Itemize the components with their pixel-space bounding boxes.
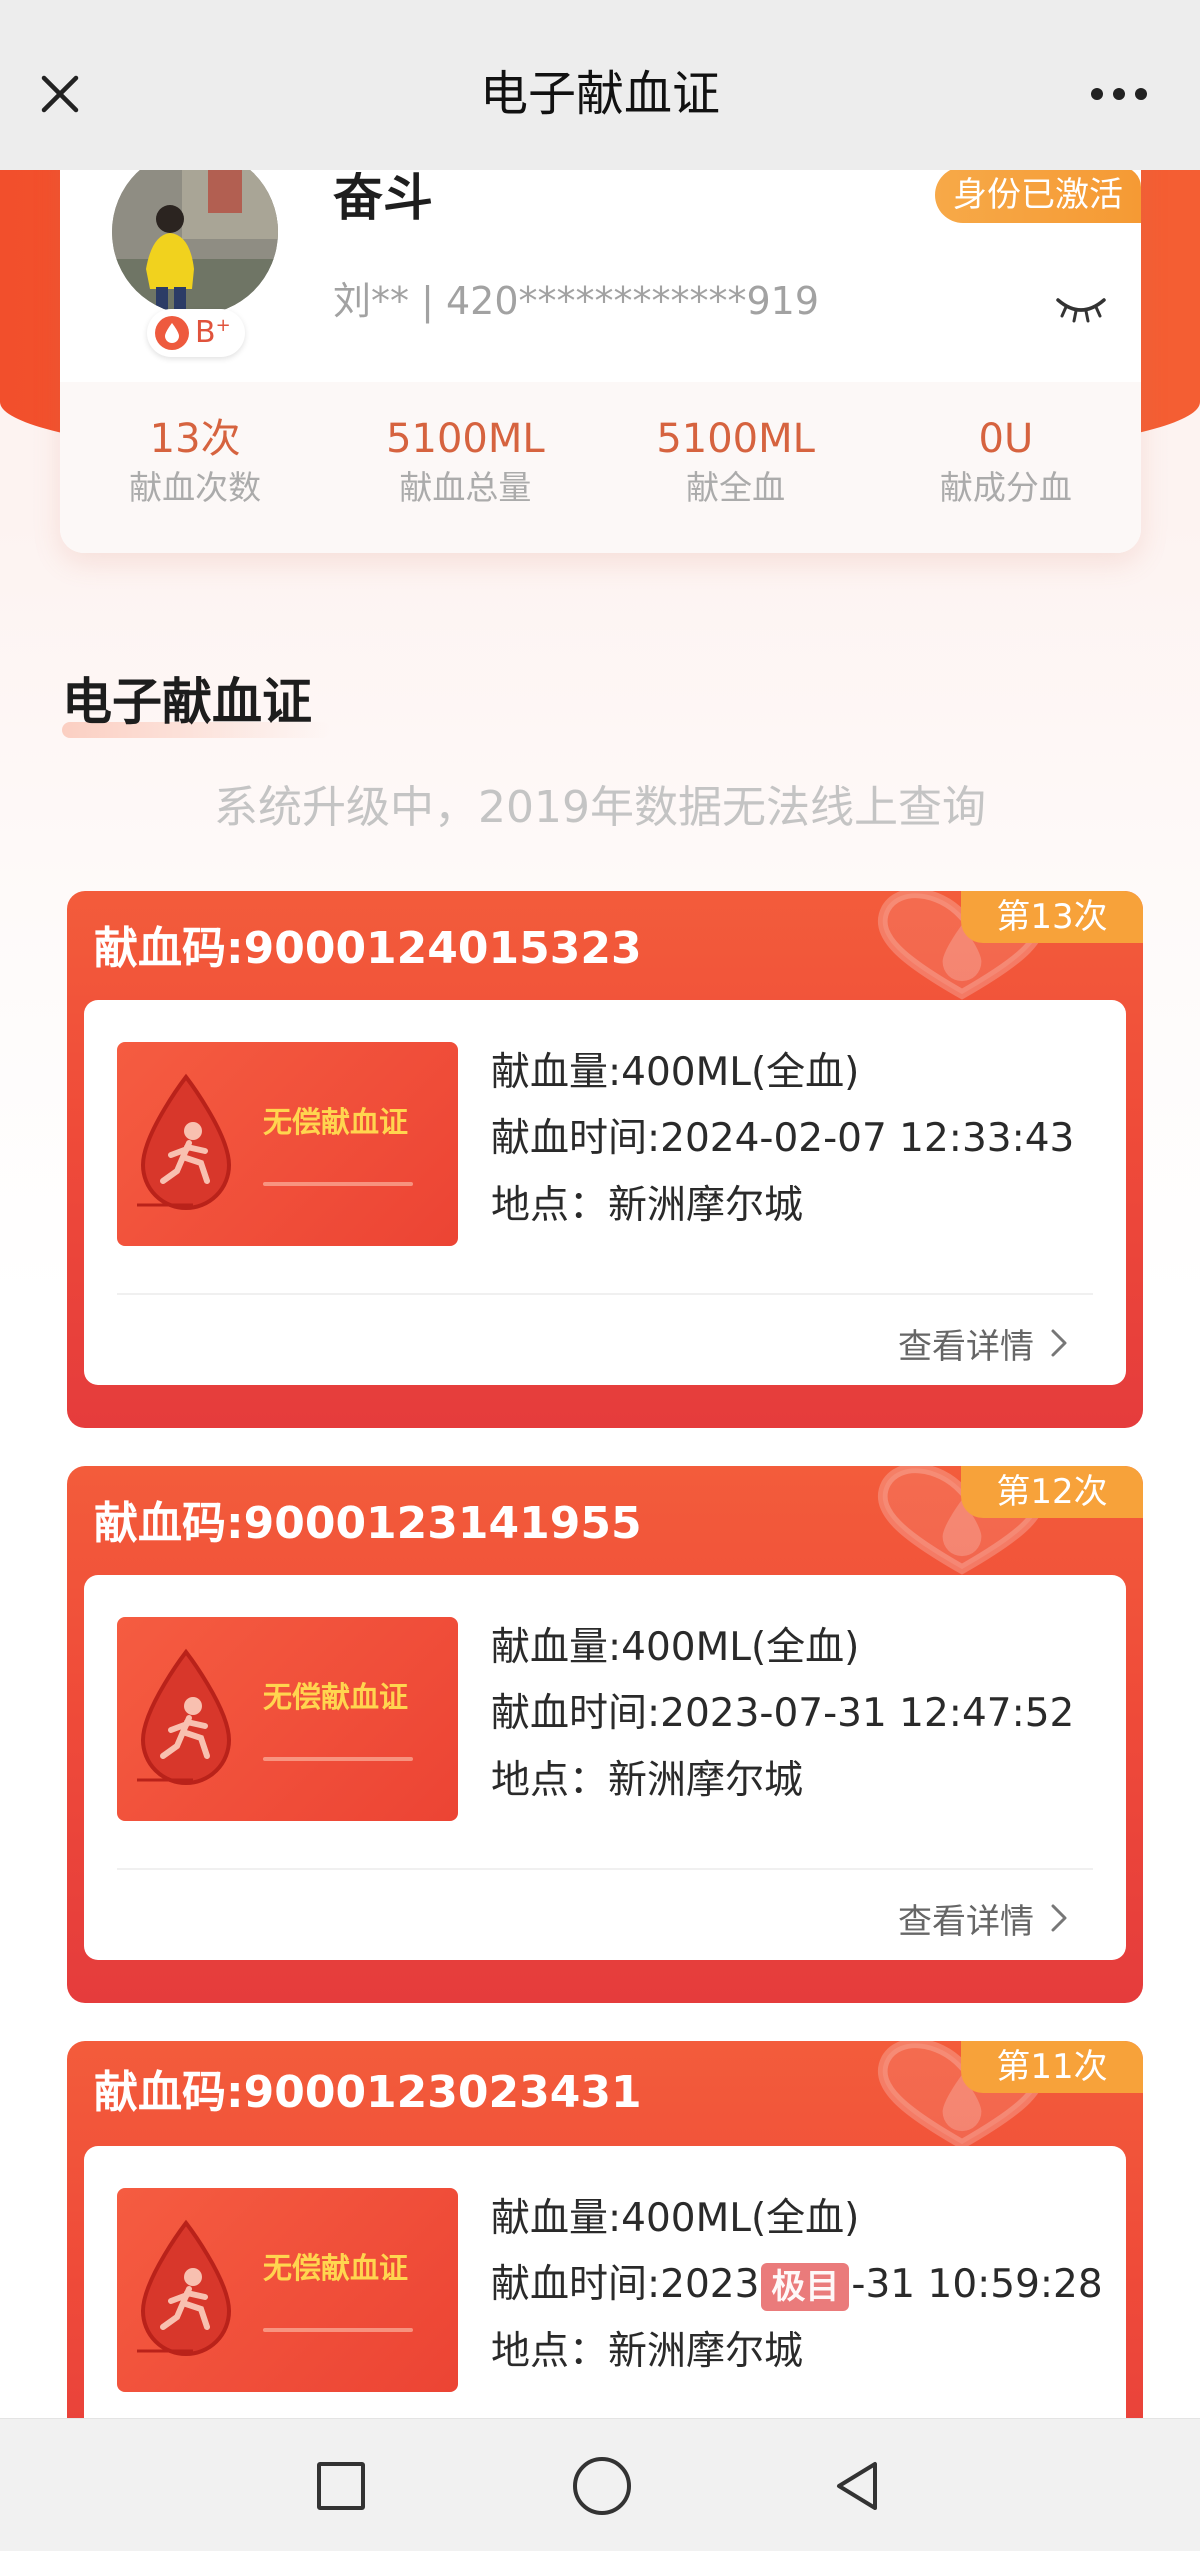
stat-label: 献血次数 — [129, 468, 262, 507]
donation-time-end: -31 10:59:28 — [851, 2262, 1103, 2307]
more-icon[interactable] — [1087, 86, 1151, 102]
stat-label: 献血总量 — [399, 468, 532, 507]
blood-drop-runner-icon — [137, 1073, 232, 1210]
view-details-label: 查看详情 — [898, 1326, 1034, 1367]
divider — [117, 1293, 1093, 1295]
donation-time: 献血时间:2023-07-31 12:47:52 — [491, 1691, 1075, 1736]
certificate-thumbnail[interactable]: 无偿献血证 — [117, 2188, 458, 2392]
blood-drop-runner-icon — [137, 1648, 232, 1785]
donation-location: 地点：新洲摩尔城 — [491, 1183, 804, 1228]
donation-amount: 献血量:400ML(全血) — [491, 1625, 860, 1670]
blood-drop-icon — [155, 316, 189, 350]
donation-amount: 献血量:400ML(全血) — [491, 2196, 860, 2241]
donation-amount: 献血量:400ML(全血) — [491, 1050, 860, 1095]
view-details-label: 查看详情 — [898, 1901, 1034, 1942]
donation-index-badge: 第12次 — [961, 1466, 1143, 1518]
stat-value: 5100ML — [656, 416, 815, 462]
donation-record-card[interactable]: 献血码:9000124015323 第13次 无偿献血证 献血量:400ML(全… — [67, 891, 1143, 1428]
stat-value: 0U — [978, 416, 1034, 462]
certificate-thumbnail[interactable]: 无偿献血证 — [117, 1042, 458, 1246]
blood-rh: + — [215, 315, 231, 336]
blood-drop-runner-icon — [137, 2219, 232, 2356]
certificate-thumbnail-title: 无偿献血证 — [263, 2251, 409, 2285]
system-notice: 系统升级中，2019年数据无法线上查询 — [214, 782, 986, 833]
back-icon[interactable] — [833, 2459, 881, 2513]
certificate-fine-print — [263, 1182, 413, 1186]
donation-time-start: 献血时间:2023 — [491, 2262, 760, 2307]
stat-value: 13次 — [149, 416, 241, 462]
avatar — [112, 149, 278, 315]
donation-location: 地点：新洲摩尔城 — [491, 1758, 804, 1803]
avatar-photo — [112, 149, 278, 315]
certificate-fine-print — [263, 1757, 413, 1761]
record-panel: 无偿献血证 献血量:400ML(全血) 献血时间:2024-02-07 12:3… — [84, 1000, 1126, 1385]
status-badge: 身份已激活 — [935, 167, 1141, 223]
stat-total-volume: 5100ML 献血总量 — [330, 382, 600, 553]
stat-component-blood: 0U 献成分血 — [871, 382, 1141, 553]
user-id-info: 刘** | 420************919 — [333, 279, 820, 323]
view-details-link[interactable]: 查看详情 — [898, 1894, 1068, 1942]
donation-index-badge: 第13次 — [961, 891, 1143, 943]
stat-label: 献全血 — [686, 468, 786, 507]
divider — [117, 1868, 1093, 1870]
donation-code: 献血码:9000123141955 — [94, 1498, 642, 1549]
certificate-fine-print — [263, 2328, 413, 2332]
eye-closed-icon[interactable] — [1054, 294, 1108, 324]
profile-card: B + 奋斗 刘** | 420************919 身份已激活 13… — [60, 120, 1141, 553]
chevron-right-icon — [1051, 1329, 1067, 1357]
donation-code: 献血码:9000124015323 — [94, 923, 642, 974]
donation-time: 献血时间:2024-02-07 12:33:43 — [491, 1116, 1075, 1161]
donation-index-badge: 第11次 — [961, 2041, 1143, 2093]
stat-value: 5100ML — [386, 416, 545, 462]
page-title: 电子献血证 — [479, 66, 720, 122]
recent-apps-icon[interactable] — [317, 2462, 365, 2510]
donation-code: 献血码:9000123023431 — [94, 2067, 642, 2118]
certificate-thumbnail[interactable]: 无偿献血证 — [117, 1617, 458, 1821]
donation-time: 献血时间:2023 极目 -31 10:59:28 — [491, 2259, 1103, 2311]
donation-record-card[interactable]: 献血码:9000123141955 第12次 无偿献血证 献血量:400ML(全… — [67, 1466, 1143, 2003]
blood-type-badge: B + — [147, 309, 245, 357]
system-nav-bar — [0, 2418, 1200, 2551]
user-name: 奋斗 — [333, 169, 433, 227]
home-icon[interactable] — [573, 2457, 631, 2515]
stat-whole-blood: 5100ML 献全血 — [601, 382, 871, 553]
certificate-thumbnail-title: 无偿献血证 — [263, 1680, 409, 1714]
certificate-thumbnail-title: 无偿献血证 — [263, 1105, 409, 1139]
stat-donation-count: 13次 献血次数 — [60, 382, 330, 553]
record-panel: 无偿献血证 献血量:400ML(全血) 献血时间:2023-07-31 12:4… — [84, 1575, 1126, 1960]
donation-stats: 13次 献血次数 5100ML 献血总量 5100ML 献全血 0U 献成分血 — [60, 382, 1141, 553]
section-title: 电子献血证 — [62, 673, 312, 731]
chevron-right-icon — [1051, 1904, 1067, 1932]
donation-location: 地点：新洲摩尔城 — [491, 2329, 804, 2374]
top-bar: 电子献血证 — [0, 0, 1200, 170]
stat-label: 献成分血 — [939, 468, 1072, 507]
blood-group: B — [195, 315, 216, 350]
news-watermark: 极目 — [761, 2262, 850, 2311]
view-details-link[interactable]: 查看详情 — [898, 1319, 1068, 1367]
